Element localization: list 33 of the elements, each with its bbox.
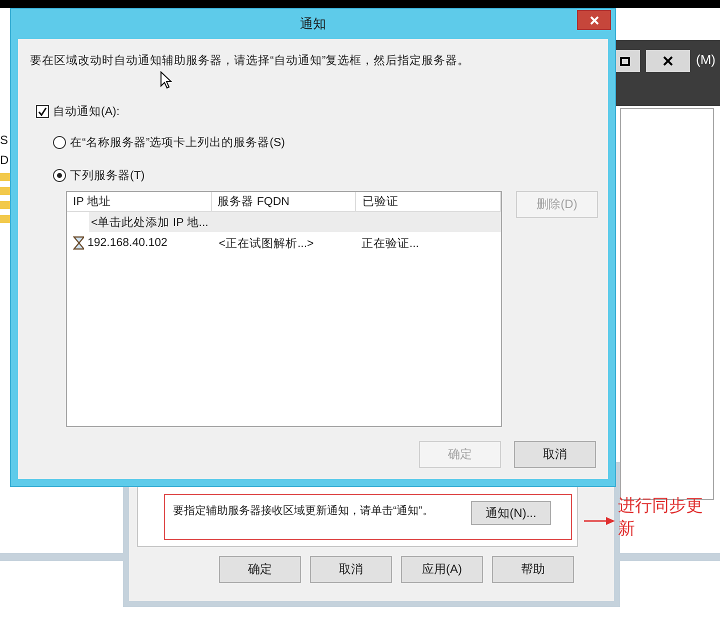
notify-button[interactable]: 通知(N)... bbox=[471, 501, 551, 525]
radio-label: 在“名称服务器”选项卡上列出的服务器(S) bbox=[70, 136, 285, 150]
table-cell-text: <正在试图解析...> bbox=[218, 236, 315, 250]
table-cell-text: 正在验证... bbox=[360, 236, 420, 250]
tree-item[interactable]: S bbox=[0, 133, 10, 147]
check-icon bbox=[38, 107, 47, 116]
add-row[interactable]: <单击此处添加 IP 地... bbox=[89, 212, 501, 232]
close-button[interactable] bbox=[646, 50, 690, 72]
square-icon bbox=[620, 56, 630, 66]
dialog-button[interactable]: 取消 bbox=[514, 441, 596, 468]
close-icon bbox=[590, 16, 598, 24]
dialog-button[interactable]: 帮助 bbox=[492, 556, 574, 583]
radio-button[interactable] bbox=[53, 169, 66, 182]
close-button[interactable] bbox=[577, 10, 611, 30]
checkbox-label: 自动通知(A): bbox=[53, 104, 120, 119]
hourglass-icon bbox=[73, 236, 84, 250]
description-text: 要在区域改动时自动通知辅助服务器，请选择“自动通知”复选框，然后指定服务器。 bbox=[30, 54, 471, 68]
notify-hint: 要指定辅助服务器接收区域更新通知，请单击“通知”。 bbox=[173, 504, 434, 518]
annotation-text: 进行同步更新 bbox=[618, 495, 704, 540]
checkbox[interactable] bbox=[36, 105, 49, 118]
dialog-button[interactable]: 确定 bbox=[219, 556, 301, 583]
radio-label: 下列服务器(T) bbox=[70, 168, 145, 183]
dialog-button[interactable]: 取消 bbox=[310, 556, 392, 583]
dialog-button[interactable]: 应用(A) bbox=[401, 556, 483, 583]
table-cell-text: 192.168.40.102 bbox=[87, 237, 168, 249]
radio-button[interactable] bbox=[53, 136, 66, 149]
menu-item[interactable]: (M) bbox=[696, 52, 716, 67]
arrow-icon bbox=[584, 515, 616, 527]
table-cell-text: <单击此处添加 IP 地... bbox=[90, 216, 210, 230]
close-icon bbox=[663, 56, 673, 66]
cursor-icon bbox=[160, 71, 172, 89]
tree-item[interactable]: D bbox=[0, 153, 10, 167]
window-title: 通知 bbox=[300, 15, 326, 33]
